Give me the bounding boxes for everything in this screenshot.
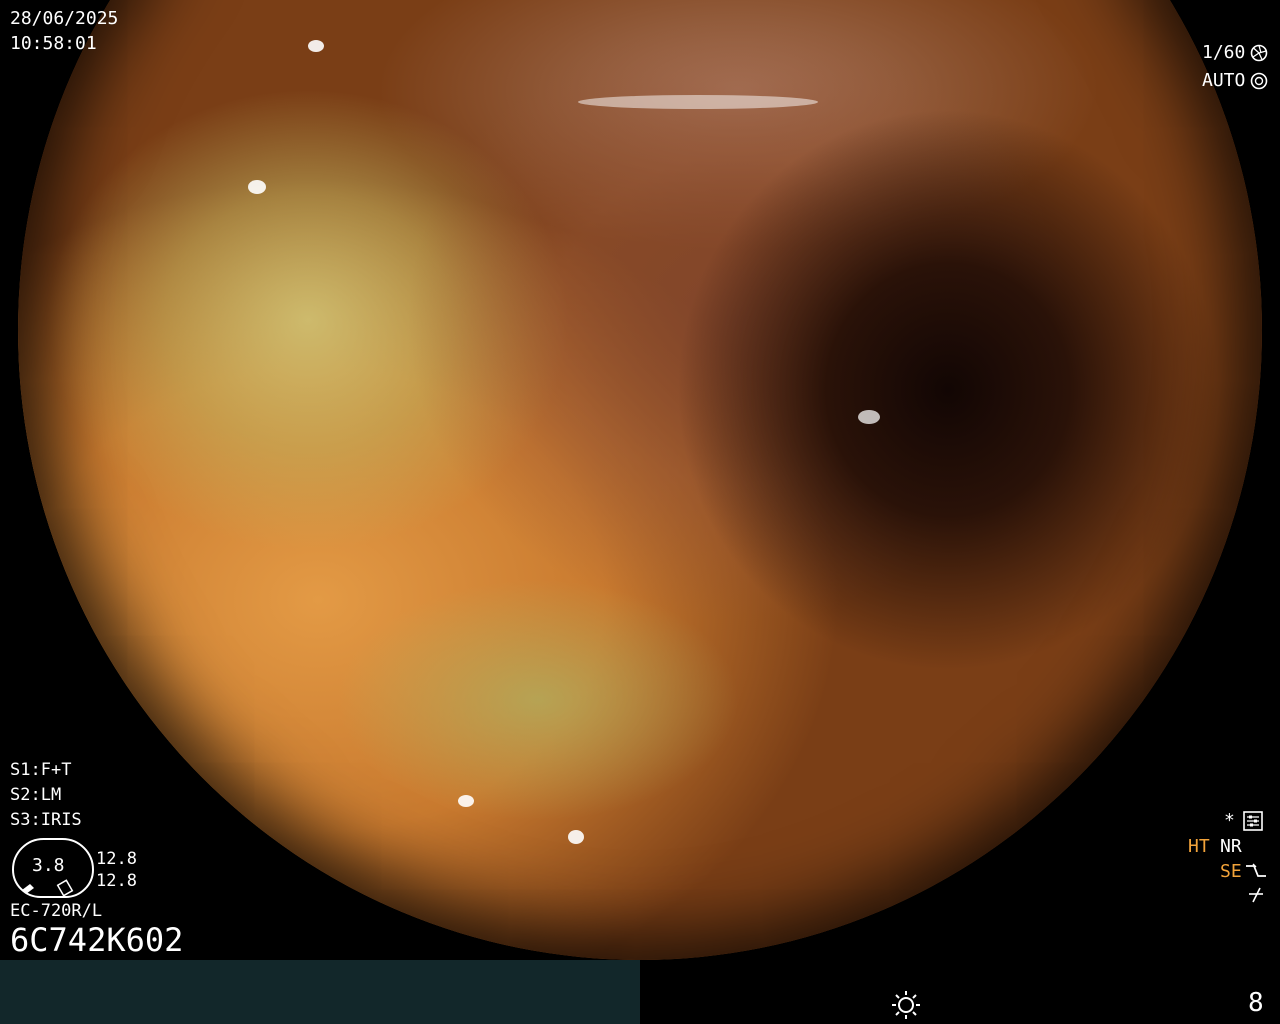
ht-indicator: HT <box>1188 836 1210 857</box>
device-serial: 6C742K602 <box>10 921 184 959</box>
setting-s2-value: LM <box>40 785 62 805</box>
setting-s2-label: S2: <box>10 785 41 805</box>
setting-s3: S3:IRIS <box>10 809 82 831</box>
status-bar-left <box>0 960 640 1024</box>
setting-s1-value: F+T <box>40 760 72 780</box>
shutter-speed-text: 1/60 <box>1202 42 1246 63</box>
setting-s1-label: S1: <box>10 760 41 780</box>
disabled-icon <box>1249 887 1263 903</box>
setting-s2: S2:LM <box>10 784 61 806</box>
light-reflection <box>858 410 880 424</box>
time-text: 10:58:01 <box>10 33 97 54</box>
se-indicator: SE <box>1220 861 1242 882</box>
status-bar-right <box>640 960 1280 1024</box>
light-reflection <box>578 95 818 109</box>
nr-indicator: NR <box>1220 836 1242 857</box>
brightness-icon <box>892 991 920 1019</box>
gauge-value: 3.8 <box>32 855 65 876</box>
light-reflection <box>308 40 324 52</box>
camera-icon <box>1250 72 1268 90</box>
light-reflection <box>248 180 266 194</box>
setting-s3-value: IRIS <box>40 810 82 830</box>
page-number: 8 <box>1248 988 1264 1018</box>
enhance-icon <box>1246 863 1266 877</box>
exposure-mode-text: AUTO <box>1202 70 1246 91</box>
gauge-lower-value: 12.8 <box>96 871 137 891</box>
setting-s1: S1:F+T <box>10 759 71 781</box>
light-reflection <box>458 795 474 807</box>
star-indicator: * <box>1224 810 1235 831</box>
device-model: EC-720R/L <box>10 901 103 921</box>
setting-s3-label: S3: <box>10 810 41 830</box>
endoscopy-view <box>18 0 1262 960</box>
settings-icon <box>1243 811 1263 831</box>
light-reflection <box>568 830 584 844</box>
shutter-icon <box>1250 44 1268 62</box>
gauge-upper-value: 12.8 <box>96 849 137 869</box>
date-text: 28/06/2025 <box>10 8 119 29</box>
probe-icon <box>22 879 74 896</box>
